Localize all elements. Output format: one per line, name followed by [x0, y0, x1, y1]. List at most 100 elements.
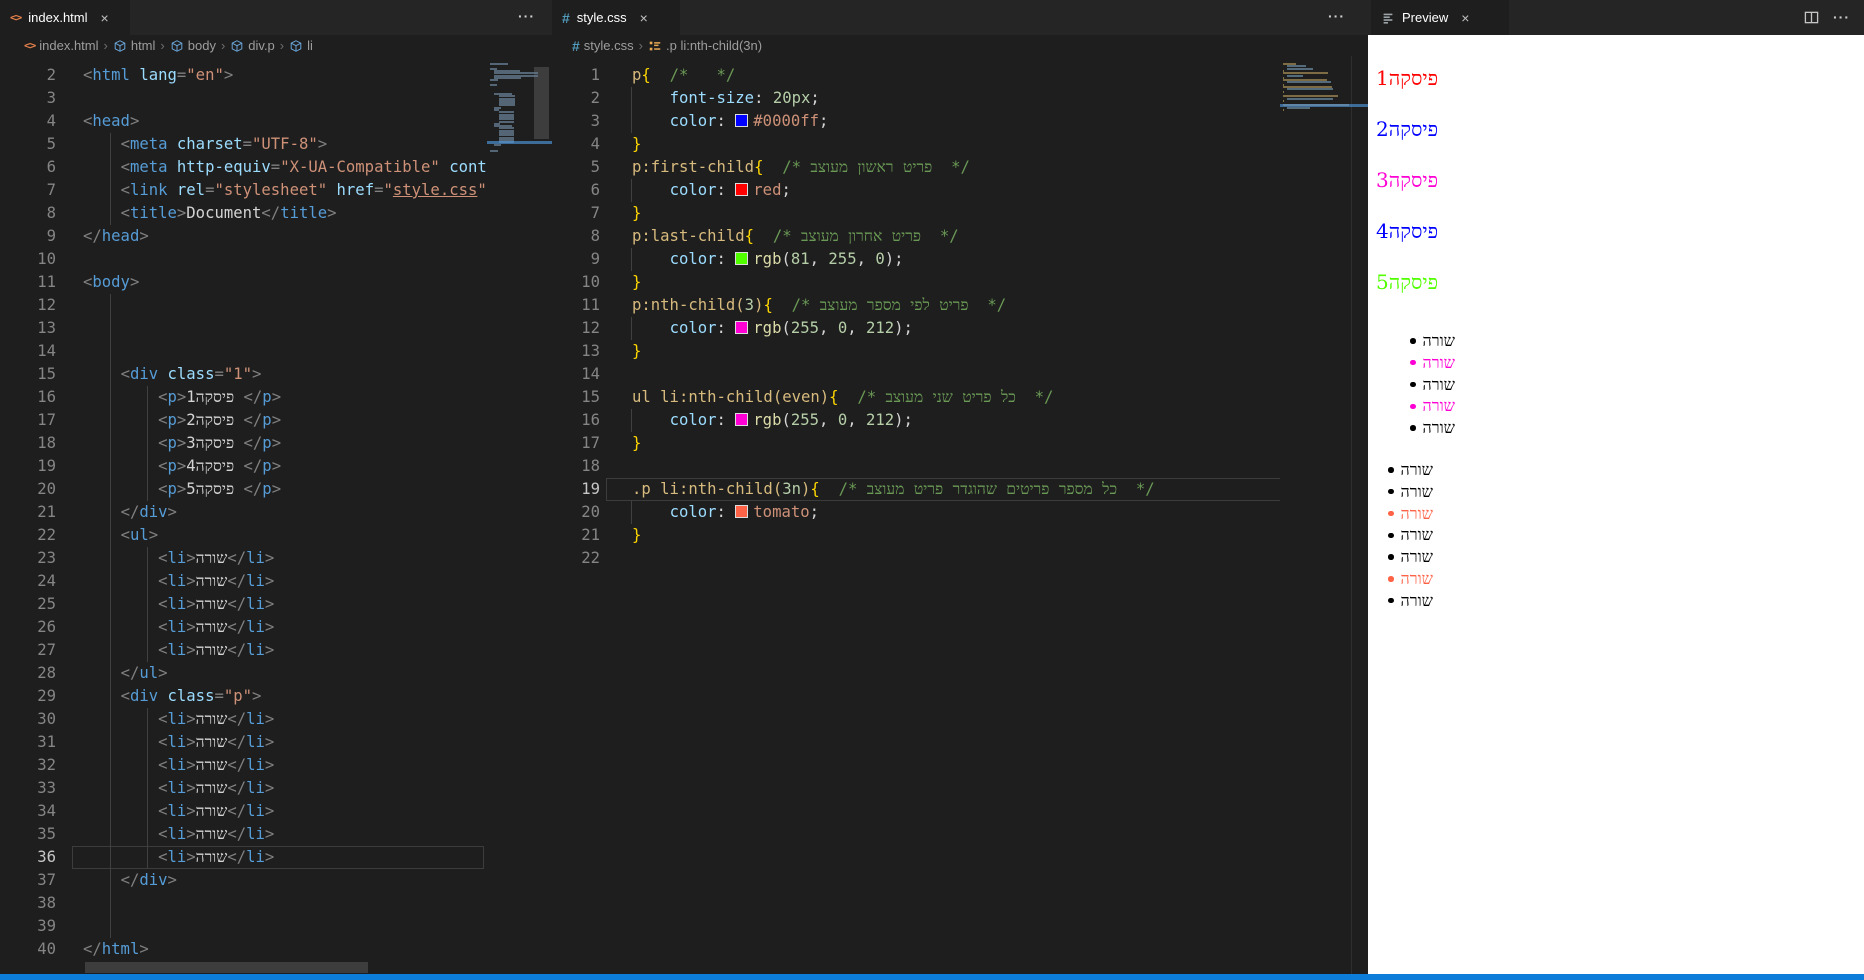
- tab-style-css[interactable]: # style.css ×: [552, 0, 680, 35]
- minimap-mark: [1287, 88, 1334, 91]
- close-icon[interactable]: ×: [640, 10, 648, 26]
- code-token: </: [243, 480, 263, 498]
- code-token: :: [716, 503, 736, 521]
- vertical-scrollbar[interactable]: [534, 67, 549, 139]
- code-token: >: [186, 825, 196, 843]
- code-token: שורה: [195, 802, 228, 820]
- code-line[interactable]: <body>: [83, 271, 139, 294]
- code-line[interactable]: <meta http-equiv="X-UA-Compatible" conte…: [83, 156, 515, 179]
- code-line[interactable]: .p li:nth-child(3n){ /* כל מספר פריטים ש…: [632, 478, 1155, 501]
- code-line[interactable]: color: rgb(255, 0, 212);: [632, 317, 913, 340]
- close-icon[interactable]: ×: [101, 10, 109, 26]
- breadcrumb-item-html[interactable]: html: [113, 38, 155, 53]
- code-token: rgb: [753, 250, 782, 268]
- code-line[interactable]: </head>: [83, 225, 149, 248]
- color-swatch[interactable]: [735, 183, 749, 196]
- breadcrumb-item-body[interactable]: body: [170, 38, 216, 53]
- code-line[interactable]: <li>שורה</li>: [83, 731, 274, 754]
- minimap[interactable]: [487, 55, 552, 974]
- minimap[interactable]: [1280, 55, 1368, 974]
- code-line[interactable]: <li>שורה</li>: [83, 708, 274, 731]
- code-token: li: [167, 825, 187, 843]
- code-line[interactable]: <div class="1">: [83, 363, 262, 386]
- code-line[interactable]: <li>שורה</li>: [83, 754, 274, 777]
- more-actions-button[interactable]: ···: [1328, 8, 1345, 24]
- code-line[interactable]: </div>: [83, 869, 177, 892]
- code-token: <: [158, 595, 168, 613]
- code-line[interactable]: </ul>: [83, 662, 168, 685]
- more-actions-button[interactable]: ···: [1833, 9, 1850, 25]
- code-line[interactable]: <link rel="stylesheet" href="style.css">: [83, 179, 497, 202]
- code-line[interactable]: font-size: 20px;: [632, 87, 820, 110]
- code-line[interactable]: <li>שורה</li>: [83, 823, 274, 846]
- code-token: href: [336, 181, 375, 199]
- code-token: html: [101, 940, 140, 958]
- color-swatch[interactable]: [735, 321, 749, 334]
- code-line[interactable]: }: [632, 271, 641, 294]
- split-editor-icon[interactable]: [1804, 10, 1819, 25]
- code-line[interactable]: <li>שורה</li>: [83, 570, 274, 593]
- code-line[interactable]: <li>שורה</li>: [83, 777, 274, 800]
- code-line[interactable]: <head>: [83, 110, 139, 133]
- code-line[interactable]: <meta charset="UTF-8">: [83, 133, 328, 156]
- tab-preview[interactable]: Preview ×: [1371, 0, 1509, 35]
- breadcrumb-item-index-html[interactable]: <> index.html: [24, 38, 99, 53]
- breadcrumb-item-style-css[interactable]: # style.css: [572, 38, 634, 54]
- code-line[interactable]: <p>פיסקה4 </p>: [83, 455, 281, 478]
- code-line[interactable]: <li>שורה</li>: [83, 593, 274, 616]
- code-line[interactable]: color: tomato;: [632, 501, 819, 524]
- code-line[interactable]: </div>: [83, 501, 177, 524]
- code-line[interactable]: <title>Document</title>: [83, 202, 337, 225]
- color-swatch[interactable]: [735, 413, 749, 426]
- code-line[interactable]: <li>שורה</li>: [83, 800, 274, 823]
- code-line[interactable]: <p>פיסקה1 </p>: [83, 386, 281, 409]
- breadcrumb-item-div-p[interactable]: div.p: [230, 38, 275, 53]
- code-line[interactable]: <li>שורה</li>: [83, 547, 274, 570]
- code-line[interactable]: <ul>: [83, 524, 159, 547]
- code-token: ,: [847, 411, 866, 429]
- code-line[interactable]: ul li:nth-child(even){ /* כל פריט שני מע…: [632, 386, 1053, 409]
- code-line[interactable]: }: [632, 202, 641, 225]
- code-line[interactable]: <div class="p">: [83, 685, 262, 708]
- code-line[interactable]: p{ /* */: [632, 64, 735, 87]
- code-line[interactable]: <html lang="en">: [83, 64, 233, 87]
- code-line[interactable]: }: [632, 133, 641, 156]
- code-line[interactable]: <li>שורה</li>: [83, 616, 274, 639]
- tab-index-html[interactable]: <> index.html ×: [0, 0, 130, 35]
- code-line[interactable]: color: #0000ff;: [632, 110, 829, 133]
- color-swatch[interactable]: [735, 505, 749, 518]
- color-swatch[interactable]: [735, 114, 749, 127]
- close-icon[interactable]: ×: [1461, 10, 1469, 26]
- code-line[interactable]: color: rgb(255, 0, 212);: [632, 409, 913, 432]
- code-line[interactable]: <li>שורה</li>: [83, 846, 274, 869]
- code-line[interactable]: p:last-child{ /* פריט אחרון מעוצב */: [632, 225, 959, 248]
- code-token: /* */: [669, 66, 736, 84]
- breadcrumb-item--p-li-nth-child-3n-[interactable]: .p li:nth-child(3n): [648, 38, 762, 53]
- code-line[interactable]: <li>שורה</li>: [83, 639, 274, 662]
- code-line[interactable]: color: rgb(81, 255, 0);: [632, 248, 904, 271]
- horizontal-scrollbar[interactable]: [85, 962, 368, 973]
- code-line[interactable]: <p>פיסקה5 </p>: [83, 478, 281, 501]
- line-number: 21: [581, 526, 600, 544]
- code-line[interactable]: p:first-child{ /* פריט ראשון מעוצב */: [632, 156, 970, 179]
- breadcrumb-item-li[interactable]: li: [289, 38, 313, 53]
- code-token: <: [158, 549, 168, 567]
- code-token: {: [641, 66, 651, 84]
- code-line[interactable]: }: [632, 524, 641, 547]
- code-line[interactable]: color: red;: [632, 179, 791, 202]
- code-token: div: [139, 871, 168, 889]
- more-actions-button[interactable]: ···: [518, 8, 535, 24]
- code-line[interactable]: }: [632, 340, 641, 363]
- code-line[interactable]: p:nth-child(3){ /* פריט לפי מספר מעוצב *…: [632, 294, 1006, 317]
- code-line[interactable]: }: [632, 432, 641, 455]
- color-swatch[interactable]: [735, 252, 749, 265]
- code-token: >: [176, 411, 187, 429]
- code-line[interactable]: <p>פיסקה3 </p>: [83, 432, 281, 455]
- code-line[interactable]: </html>: [83, 938, 149, 961]
- code-line[interactable]: <p>פיסקה2 </p>: [83, 409, 281, 432]
- code-token: rel: [176, 181, 206, 199]
